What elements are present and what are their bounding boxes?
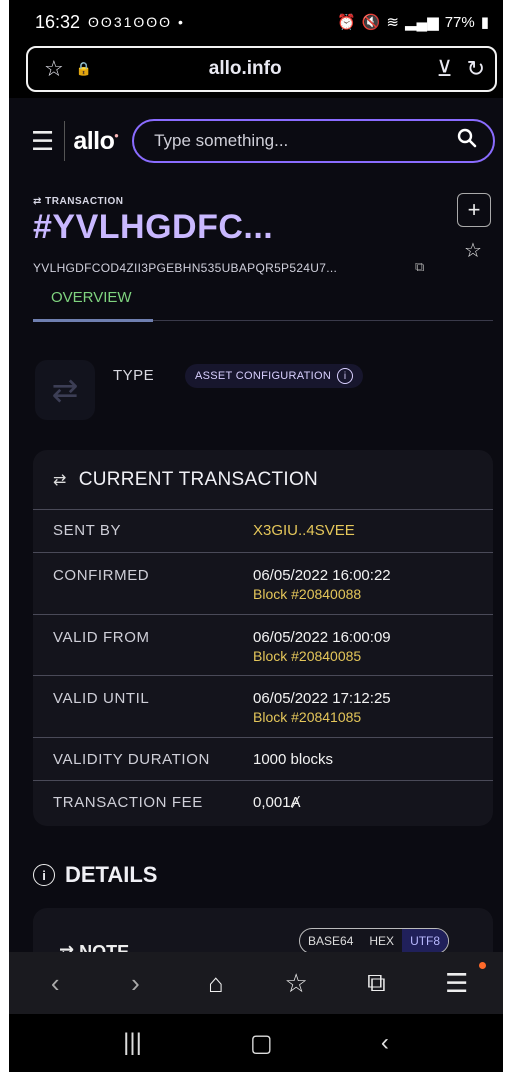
bookmark-star-icon[interactable]: ☆ (44, 56, 64, 82)
table-row: CONFIRMED 06/05/2022 16:00:22 Block #208… (33, 553, 493, 615)
table-row: VALIDITY DURATION 1000 blocks (33, 738, 493, 781)
tabs-icon[interactable]: ⧉ (351, 967, 401, 999)
hamburger-menu-icon[interactable]: ☰ (31, 126, 54, 157)
transaction-label: ⇄ TRANSACTION (33, 196, 124, 207)
block-link[interactable]: Block #20840085 (253, 648, 361, 664)
transaction-hash: YVLHGDFCOD4ZII3PGEBHN535UBAPQR5P524U7... (33, 261, 338, 275)
favorite-star-icon[interactable]: ☆ (464, 238, 482, 263)
current-transaction-card: ⇄ CURRENT TRANSACTION SENT BY X3GIU..4SV… (33, 450, 493, 826)
wifi-icon: ≋ (386, 14, 399, 31)
card-header: ⇄ CURRENT TRANSACTION (33, 450, 493, 510)
home-icon[interactable]: ⌂ (191, 968, 241, 999)
format-base64[interactable]: BASE64 (300, 929, 361, 953)
row-key: VALID UNTIL (53, 690, 150, 707)
block-link[interactable]: Block #20841085 (253, 709, 361, 725)
block-link[interactable]: Block #20840088 (253, 586, 361, 602)
notification-dot (479, 962, 486, 969)
info-icon: i (33, 864, 55, 886)
search-icon[interactable] (457, 128, 477, 154)
lock-icon[interactable]: 🔒 (76, 61, 92, 77)
transaction-title: #YVLHGDFC... (33, 208, 274, 246)
forward-arrow-icon[interactable]: › (110, 968, 160, 999)
row-key: VALID FROM (53, 629, 150, 646)
format-hex[interactable]: HEX (361, 929, 402, 953)
back-arrow-icon[interactable]: ‹ (30, 968, 80, 999)
transfer-icon: ⇄ (53, 471, 67, 489)
type-label: TYPE (113, 367, 155, 384)
search-input[interactable] (154, 131, 457, 151)
status-time: 16:32 (35, 11, 81, 32)
row-key: CONFIRMED (53, 567, 150, 584)
type-value: ASSET CONFIGURATION (195, 370, 332, 382)
row-value: 1000 blocks (253, 751, 334, 768)
table-row: VALID UNTIL 06/05/2022 17:12:25 Block #2… (33, 676, 493, 738)
card-title: CURRENT TRANSACTION (78, 468, 319, 490)
transfer-arrows-icon: ⇄ (35, 360, 95, 420)
format-selector: BASE64 HEX UTF8 (299, 928, 450, 954)
signal-icon: ▂▄▆ (405, 14, 439, 31)
search-box[interactable] (132, 119, 495, 163)
row-value: 0,001Ⱥ (253, 794, 301, 811)
download-icon[interactable]: ⊻ (436, 56, 452, 82)
copy-icon[interactable]: ⧉ (415, 259, 424, 275)
site-logo[interactable]: allo• (73, 127, 118, 156)
type-badge: ASSET CONFIGURATION i (185, 364, 364, 388)
browser-toolbar: ☆ 🔒 allo.info ⊻ ↻ (9, 44, 503, 98)
url-text[interactable]: allo.info (92, 58, 399, 80)
phone-screen: 16:32 ʘʘ31ʘʘʘ • ⏰ 🔇 ≋ ▂▄▆ 77% ▮ ☆ 🔒 allo… (9, 0, 503, 1072)
battery-level: 77% (444, 13, 475, 31)
site-header: ☰ allo• (9, 98, 503, 184)
alarm-icon: ⏰ (337, 14, 356, 31)
home-button-icon[interactable]: ▢ (250, 1029, 273, 1058)
table-row: VALID FROM 06/05/2022 16:00:09 Block #20… (33, 615, 493, 676)
browser-bottom-nav: ‹ › ⌂ ☆ ⧉ ☰ (9, 952, 503, 1014)
status-bar: 16:32 ʘʘ31ʘʘʘ • ⏰ 🔇 ≋ ▂▄▆ 77% ▮ (9, 0, 503, 44)
table-row: TRANSACTION FEE 0,001Ⱥ (33, 781, 493, 825)
mute-icon: 🔇 (361, 14, 381, 31)
status-right: ⏰ 🔇 ≋ ▂▄▆ 77% ▮ (337, 13, 489, 32)
row-key: SENT BY (53, 522, 122, 539)
format-utf8[interactable]: UTF8 (402, 929, 449, 953)
recents-icon[interactable]: ||| (123, 1029, 142, 1057)
system-nav-bar: ||| ▢ ‹ (9, 1014, 503, 1072)
table-row: SENT BY X3GIU..4SVEE (33, 510, 493, 553)
row-value: 06/05/2022 16:00:09 (253, 629, 391, 646)
row-value: 06/05/2022 17:12:25 (253, 690, 391, 707)
tab-active-indicator (33, 319, 153, 322)
details-heading: i DETAILS (33, 862, 157, 888)
address-bar[interactable]: ☆ 🔒 allo.info ⊻ ↻ (26, 46, 497, 92)
add-button[interactable]: + (457, 193, 491, 227)
battery-icon: ▮ (480, 14, 489, 31)
tab-overview[interactable]: OVERVIEW (51, 289, 132, 306)
row-key: VALIDITY DURATION (53, 751, 210, 768)
sender-link[interactable]: X3GIU..4SVEE (253, 522, 355, 539)
notification-icons: ʘʘ31ʘʘʘ • (88, 14, 185, 30)
header-divider (64, 121, 66, 161)
back-icon[interactable]: ‹ (381, 1029, 389, 1057)
info-icon[interactable]: i (337, 368, 354, 384)
bookmarks-icon[interactable]: ☆ (271, 968, 321, 999)
row-key: TRANSACTION FEE (53, 794, 203, 811)
reload-icon[interactable]: ↻ (467, 56, 485, 82)
menu-icon[interactable]: ☰ (432, 968, 482, 999)
row-value: 06/05/2022 16:00:22 (253, 567, 391, 584)
